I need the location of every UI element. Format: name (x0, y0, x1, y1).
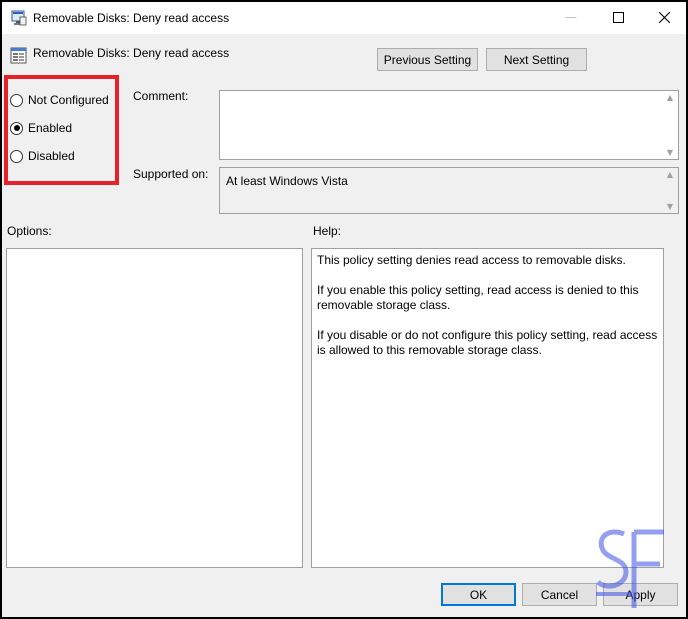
radio-label: Enabled (28, 121, 73, 135)
radio-label: Disabled (28, 149, 75, 163)
supported-scrollbar[interactable]: ▲ ▼ (664, 170, 676, 211)
minimize-button[interactable]: — (548, 2, 594, 32)
ok-button[interactable]: OK (441, 583, 516, 606)
help-paragraph: If you disable or do not configure this … (317, 328, 658, 357)
comment-scrollbar[interactable]: ▲ ▼ (664, 93, 676, 157)
close-button[interactable] (641, 2, 686, 32)
help-pane[interactable]: This policy setting denies read access t… (311, 248, 664, 568)
comment-label: Comment: (133, 89, 189, 103)
policy-dialog: Removable Disks: Deny read access — Remo… (0, 0, 688, 619)
scroll-down-icon[interactable]: ▼ (667, 148, 673, 157)
help-label: Help: (313, 224, 342, 238)
help-paragraph: This policy setting denies read access t… (317, 253, 626, 267)
previous-setting-button[interactable]: Previous Setting (377, 48, 478, 71)
sf-watermark-logo (596, 529, 664, 608)
comment-field[interactable]: ▲ ▼ (219, 90, 679, 160)
maximize-button[interactable] (595, 2, 641, 32)
scroll-up-icon[interactable]: ▲ (667, 170, 673, 179)
supported-on-field: At least Windows Vista ▲ ▼ (219, 167, 679, 214)
policy-setting-icon (10, 47, 27, 67)
radio-disabled[interactable]: Disabled (10, 149, 75, 163)
scroll-down-icon[interactable]: ▼ (667, 202, 673, 211)
supported-on-label: Supported on: (133, 167, 209, 181)
policy-editor-icon (11, 10, 27, 29)
cancel-button[interactable]: Cancel (522, 583, 597, 606)
radio-button[interactable] (10, 93, 23, 107)
policy-name: Removable Disks: Deny read access (33, 46, 230, 60)
scroll-up-icon[interactable]: ▲ (667, 93, 673, 102)
maximize-icon (612, 11, 624, 23)
radio-label: Not Configured (28, 93, 109, 107)
radio-button[interactable] (10, 121, 23, 135)
radio-enabled[interactable]: Enabled (10, 121, 72, 135)
close-icon (658, 11, 670, 23)
window-title: Removable Disks: Deny read access (33, 11, 230, 25)
radio-selected-dot (13, 125, 20, 131)
supported-on-value: At least Windows Vista (226, 174, 348, 188)
options-pane[interactable] (6, 248, 303, 568)
help-paragraph: If you enable this policy setting, read … (317, 283, 639, 312)
title-bar[interactable]: Removable Disks: Deny read access — (2, 2, 686, 34)
next-setting-button[interactable]: Next Setting (486, 48, 587, 71)
options-label: Options: (7, 224, 52, 238)
radio-button[interactable] (10, 149, 23, 163)
radio-not-configured[interactable]: Not Configured (10, 93, 109, 107)
